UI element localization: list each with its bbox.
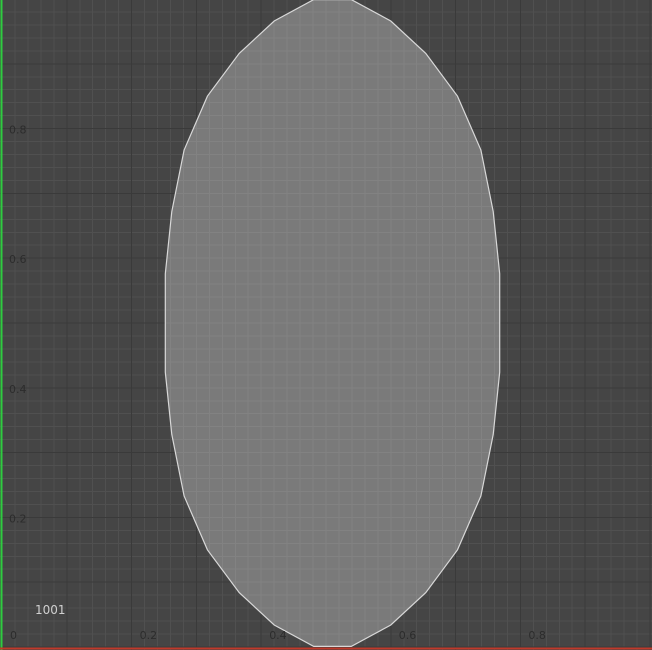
- u-tick-label: 0.2: [140, 629, 158, 642]
- v-tick-label: 0.6: [9, 253, 27, 266]
- udim-tile-label: 1001: [35, 603, 66, 617]
- shell-inner-grid: [165, 0, 500, 647]
- v-tick-label: 0.4: [9, 383, 27, 396]
- v-tick-label: 0.8: [9, 124, 27, 137]
- v-tick-label: 0.2: [9, 512, 27, 525]
- u-tick-label: 0.8: [528, 629, 546, 642]
- uv-editor-viewport[interactable]: 0 0.2 0.4 0.6 0.8 0.8 0.6 0.4 0.2 1001: [0, 0, 652, 650]
- u-tick-label: 0: [10, 629, 17, 642]
- uv-canvas[interactable]: 0 0.2 0.4 0.6 0.8 0.8 0.6 0.4 0.2 1001: [0, 0, 652, 650]
- uv-shell[interactable]: [0, 0, 652, 650]
- u-tick-label: 0.6: [399, 629, 417, 642]
- u-tick-label: 0.4: [269, 629, 287, 642]
